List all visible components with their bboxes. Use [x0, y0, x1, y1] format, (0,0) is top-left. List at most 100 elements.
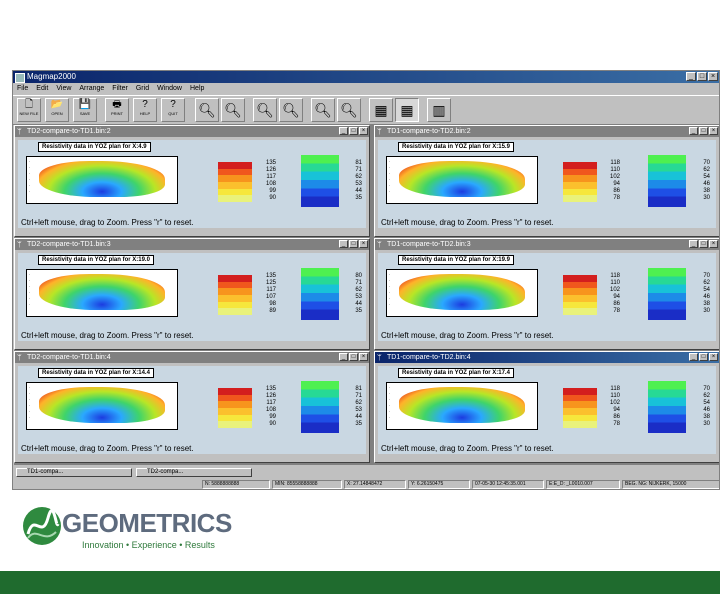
contour-map[interactable]: · · · · · ·: [386, 156, 538, 204]
window-maximize-button[interactable]: □: [349, 127, 358, 135]
contour-map[interactable]: · · · · · ·: [26, 382, 178, 430]
window-title: TD2-compare-to-TD1.bin:4: [27, 354, 111, 361]
menu-file[interactable]: File: [17, 83, 28, 94]
window-minimize-button[interactable]: _: [689, 240, 698, 248]
column-view-button[interactable]: ▥: [427, 98, 451, 122]
grid-view-button[interactable]: ▦: [369, 98, 393, 122]
resistivity-plot[interactable]: Resistivity data in YOZ plan for X:17.4 …: [378, 366, 716, 454]
help-button[interactable]: ? HELP: [133, 98, 157, 122]
resistivity-plot[interactable]: Resistivity data in YOZ plan for X:14.4 …: [18, 366, 366, 454]
status-x: X: 27.14848472: [344, 480, 406, 489]
contour-view-button[interactable]: ▦: [395, 98, 419, 122]
status-file: E:E_D: _L0010.007: [546, 480, 620, 489]
zoom-hint: Ctrl+left mouse, drag to Zoom. Press "r"…: [21, 218, 194, 227]
resistivity-plot[interactable]: Resistivity data in YOZ plan for X:19.0 …: [18, 253, 366, 341]
window-close-button[interactable]: ×: [709, 240, 718, 248]
menu-filter[interactable]: Filter: [112, 83, 128, 94]
contour-map[interactable]: · · · · · ·: [386, 269, 538, 317]
contour-map[interactable]: · · · · · ·: [26, 269, 178, 317]
grid-icon: ▦: [374, 102, 388, 118]
plot-window-icon: ᛘ: [17, 353, 22, 362]
scale-labels-high: 135 125 117 107 98 89: [265, 273, 276, 314]
minimized-window-1[interactable]: TD1-compa...: [16, 468, 132, 477]
toolbar: 🗋 NEW FILE 📂 OPEN 💾 SAVE 🖶 PRINT ? HELP ? QUIT…: [13, 95, 719, 125]
scale-labels-low: 80 71 62 53 44 35: [355, 273, 362, 314]
window-minimize-button[interactable]: _: [689, 353, 698, 361]
scale-labels-high: 118 110 102 94 86 78: [609, 160, 620, 201]
printer-icon: 🖶: [112, 99, 122, 110]
window-close-button[interactable]: ×: [709, 127, 718, 135]
window-close-button[interactable]: ×: [359, 240, 368, 248]
app-titlebar[interactable]: Magmap2000 _ □ ×: [13, 71, 719, 83]
scale-labels-low: 70 62 54 46 38 30: [703, 160, 710, 201]
contour-map[interactable]: · · · · · ·: [26, 156, 178, 204]
app-icon: [15, 73, 25, 83]
menu-help[interactable]: Help: [190, 83, 204, 94]
window-titlebar[interactable]: ᛘ TD1-compare-to-TD2.bin:2 _ □ ×: [375, 126, 719, 137]
plot-window[interactable]: ᛘ TD2-compare-to-TD1.bin:2 _ □ × Resistivit…: [14, 125, 370, 237]
color-scale-high: [218, 275, 252, 315]
zoom-fit-button[interactable]: 🔍︎: [311, 98, 335, 122]
zoom-in-button[interactable]: 🔍︎: [195, 98, 219, 122]
resistivity-plot[interactable]: Resistivity data in YOZ plan for X:15.9 …: [378, 140, 716, 228]
color-scale-low: [301, 381, 339, 433]
depth-ticks: · · · · · ·: [389, 159, 391, 194]
window-titlebar[interactable]: ᛘ TD1-compare-to-TD2.bin:3 _ □ ×: [375, 239, 719, 250]
new-file-button[interactable]: 🗋 NEW FILE: [17, 98, 41, 122]
window-close-button[interactable]: ×: [709, 353, 718, 361]
window-maximize-button[interactable]: □: [699, 127, 708, 135]
window-titlebar[interactable]: ᛘ TD2-compare-to-TD1.bin:2 _ □ ×: [15, 126, 369, 137]
window-minimize-button[interactable]: _: [339, 353, 348, 361]
zoom-hint: Ctrl+left mouse, drag to Zoom. Press "r"…: [381, 331, 554, 340]
window-maximize-button[interactable]: □: [699, 353, 708, 361]
zoom-y-button[interactable]: 🔍︎: [279, 98, 303, 122]
window-minimize-button[interactable]: _: [339, 240, 348, 248]
context-help-button[interactable]: ? QUIT: [161, 98, 185, 122]
open-button[interactable]: 📂 OPEN: [45, 98, 69, 122]
menu-arrange[interactable]: Arrange: [79, 83, 104, 94]
minimize-button[interactable]: _: [686, 72, 696, 81]
zoom-out-button[interactable]: 🔍︎: [221, 98, 245, 122]
window-titlebar[interactable]: ᛘ TD1-compare-to-TD2.bin:4 _ □ ×: [375, 352, 719, 363]
window-maximize-button[interactable]: □: [349, 353, 358, 361]
window-maximize-button[interactable]: □: [349, 240, 358, 248]
window-maximize-button[interactable]: □: [699, 240, 708, 248]
window-minimize-button[interactable]: _: [339, 127, 348, 135]
window-close-button[interactable]: ×: [359, 127, 368, 135]
mdi-workspace: ᛘ TD2-compare-to-TD1.bin:2 _ □ × Resistivit…: [14, 125, 719, 465]
resistivity-contours: [399, 274, 525, 310]
resistivity-plot[interactable]: Resistivity data in YOZ plan for X:19.9 …: [378, 253, 716, 341]
menu-edit[interactable]: Edit: [36, 83, 48, 94]
window-minimize-button[interactable]: _: [689, 127, 698, 135]
minimized-window-2[interactable]: TD2-compa...: [136, 468, 252, 477]
print-button[interactable]: 🖶 PRINT: [105, 98, 129, 122]
contour-map[interactable]: · · · · · ·: [386, 382, 538, 430]
plot-window-icon: ᛘ: [377, 240, 382, 249]
zoom-x-button[interactable]: 🔍︎: [253, 98, 277, 122]
maximize-button[interactable]: □: [697, 72, 707, 81]
window-title: TD1-compare-to-TD2.bin:2: [387, 128, 471, 135]
window-titlebar[interactable]: ᛘ TD2-compare-to-TD1.bin:3 _ □ ×: [15, 239, 369, 250]
color-scale-high: [218, 162, 252, 202]
plot-window[interactable]: ᛘ TD1-compare-to-TD2.bin:4 _ □ × Resistivit…: [374, 351, 719, 463]
brand-name: GEOMETRICS: [62, 508, 232, 538]
plot-window[interactable]: ᛘ TD2-compare-to-TD1.bin:4 _ □ × Resistivit…: [14, 351, 370, 463]
menu-window[interactable]: Window: [157, 83, 182, 94]
plot-window[interactable]: ᛘ TD1-compare-to-TD2.bin:3 _ □ × Resistivit…: [374, 238, 719, 350]
plot-window[interactable]: ᛘ TD2-compare-to-TD1.bin:3 _ □ × Resistivit…: [14, 238, 370, 350]
save-button[interactable]: 💾 SAVE: [73, 98, 97, 122]
plot-window-icon: ᛘ: [17, 127, 22, 136]
menu-grid[interactable]: Grid: [136, 83, 149, 94]
zoom-reset-button[interactable]: 🔍︎: [337, 98, 361, 122]
app-title: Magmap2000: [27, 72, 76, 81]
window-titlebar[interactable]: ᛘ TD2-compare-to-TD1.bin:4 _ □ ×: [15, 352, 369, 363]
resistivity-plot[interactable]: Resistivity data in YOZ plan for X:4.9 ·…: [18, 140, 366, 228]
window-close-button[interactable]: ×: [359, 353, 368, 361]
depth-ticks: · · · · · ·: [29, 385, 31, 420]
plot-window[interactable]: ᛘ TD1-compare-to-TD2.bin:2 _ □ × Resistivit…: [374, 125, 719, 237]
color-scale-high: [563, 388, 597, 428]
menu-view[interactable]: View: [56, 83, 71, 94]
close-button[interactable]: ×: [708, 72, 718, 81]
zoom-x-icon: 🔍︎: [256, 102, 274, 118]
window-title: TD1-compare-to-TD2.bin:3: [387, 241, 471, 248]
